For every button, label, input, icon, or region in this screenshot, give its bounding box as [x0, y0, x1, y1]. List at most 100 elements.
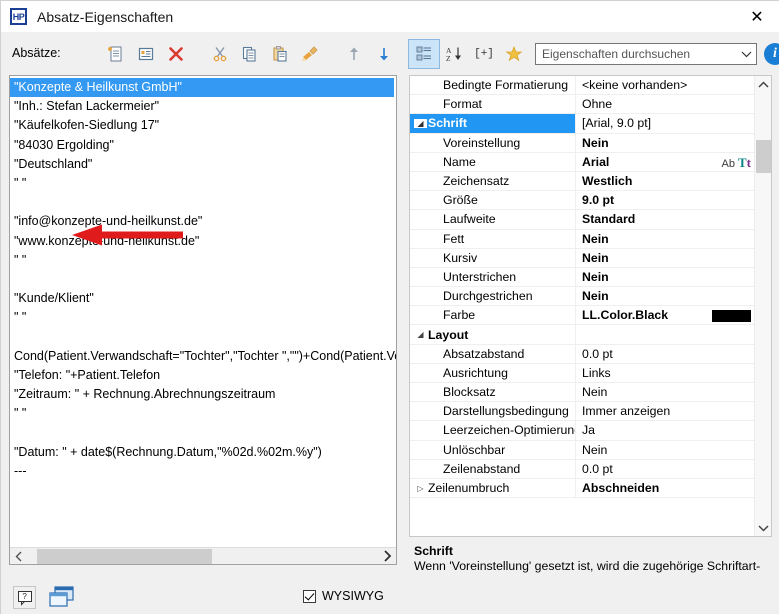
paragraph-line[interactable]: Cond(Patient.Verwandschaft="Tochter","To…: [10, 347, 396, 366]
favorites-star-icon[interactable]: [499, 40, 529, 68]
collapsed-triangle-icon[interactable]: ▷: [414, 484, 427, 493]
paragraph-line[interactable]: [10, 327, 396, 346]
property-value-cell[interactable]: Standard: [575, 209, 755, 229]
paragraph-line[interactable]: " ": [10, 251, 396, 270]
paragraph-line[interactable]: "Datum: " + date$(Rechnung.Datum,"%02d.%…: [10, 443, 396, 462]
property-row[interactable]: ▷ Absatzabstand 0.0 pt: [410, 344, 755, 364]
property-row[interactable]: ▷ Voreinstellung Nein: [410, 133, 755, 153]
format-painter-icon[interactable]: [295, 40, 325, 68]
wysiwyg-checkbox[interactable]: WYSIWYG: [303, 589, 384, 603]
property-value-cell[interactable]: 0.0 pt: [575, 344, 755, 364]
property-row[interactable]: ▷ Zeilenabstand 0.0 pt: [410, 459, 755, 479]
property-value-cell[interactable]: [Arial, 9.0 pt]: [575, 113, 755, 134]
property-row[interactable]: ▷NameArialAbTt: [410, 152, 755, 172]
hscroll-track[interactable]: [27, 548, 379, 565]
property-value-cell[interactable]: Nein: [575, 286, 755, 306]
paragraph-line[interactable]: [10, 270, 396, 289]
property-row[interactable]: ▷ Leerzeichen-OptimierungJa: [410, 420, 755, 441]
paragraph-line[interactable]: "Inh.: Stefan Lackermeier": [10, 97, 396, 116]
property-value-cell[interactable]: Nein: [575, 133, 755, 153]
paragraph-line[interactable]: "info@konzepte-und-heilkunst.de": [10, 212, 396, 231]
paragraph-line[interactable]: "Zeitraum: " + Rechnung.Abrechnungszeitr…: [10, 385, 396, 404]
property-row[interactable]: ▷ Zeilenumbruch Abschneiden: [410, 478, 755, 499]
property-grid[interactable]: ▷Bedingte Formatierung<keine vorhanden>▷…: [409, 75, 772, 537]
property-value-cell[interactable]: 9.0 pt: [575, 190, 755, 210]
property-value-cell[interactable]: Nein: [575, 382, 755, 402]
paragraph-line[interactable]: "Deutschland": [10, 155, 396, 174]
delete-icon[interactable]: [161, 40, 191, 68]
property-row[interactable]: ▷ Darstellungsbedingung Immer anzeigen: [410, 401, 755, 422]
group-properties-icon[interactable]: [408, 39, 440, 69]
cut-icon[interactable]: [205, 40, 235, 68]
expanded-triangle-icon[interactable]: ◢: [414, 330, 427, 339]
expanded-triangle-icon[interactable]: ◢: [414, 118, 427, 128]
hscroll-thumb[interactable]: [37, 548, 212, 564]
move-up-icon[interactable]: [339, 40, 369, 68]
sort-alphabetical-icon[interactable]: A Z: [439, 40, 469, 68]
property-value-cell[interactable]: Immer anzeigen: [575, 401, 755, 421]
search-input[interactable]: [536, 44, 736, 64]
color-swatch[interactable]: [712, 310, 751, 323]
property-row[interactable]: ▷ Laufweite Standard: [410, 209, 755, 230]
property-row[interactable]: ▷ Kursiv Nein: [410, 248, 755, 268]
paragraph-line[interactable]: "84030 Ergolding": [10, 136, 396, 155]
property-value-cell[interactable]: Westlich: [575, 171, 755, 191]
horizontal-scrollbar[interactable]: [10, 547, 396, 564]
property-row[interactable]: ▷FarbeLL.Color.Black: [410, 305, 755, 326]
paragraph-line[interactable]: [10, 193, 396, 212]
search-properties-field[interactable]: [535, 43, 757, 65]
property-value-cell[interactable]: Links: [575, 363, 755, 383]
property-row[interactable]: ▷ Unterstrichen Nein: [410, 267, 755, 288]
close-icon[interactable]: ✕: [734, 1, 779, 32]
paragraph-line[interactable]: " ": [10, 404, 396, 423]
paragraphs-list[interactable]: "Konzepte & Heilkunst GmbH" "Inh.: Stefan…: [9, 75, 397, 565]
paragraph-line[interactable]: "Telefon: "+Patient.Telefon: [10, 366, 396, 385]
move-down-icon[interactable]: [369, 40, 399, 68]
property-row[interactable]: ▷ Unlöschbar Nein: [410, 440, 755, 460]
paragraph-line[interactable]: " ": [10, 174, 396, 193]
help-icon[interactable]: ?: [13, 586, 36, 609]
paragraph-line[interactable]: [10, 423, 396, 442]
property-value-cell[interactable]: 0.0 pt: [575, 459, 755, 479]
property-row[interactable]: ◢ Layout: [410, 324, 755, 345]
property-row[interactable]: ▷ Zeichensatz Westlich: [410, 171, 755, 192]
scroll-up-icon[interactable]: [755, 76, 771, 93]
scroll-right-icon[interactable]: [379, 548, 396, 565]
property-value-cell[interactable]: Abschneiden: [575, 478, 755, 498]
copy-icon[interactable]: [235, 40, 265, 68]
property-value-cell[interactable]: [575, 324, 755, 345]
expand-all-icon[interactable]: [+]: [469, 40, 499, 68]
property-value-cell[interactable]: Nein: [575, 248, 755, 268]
property-row[interactable]: ◢ Schrift [Arial, 9.0 pt]: [410, 113, 755, 134]
property-value-cell[interactable]: <keine vorhanden>: [575, 76, 755, 95]
paragraph-line[interactable]: "www.konzepte-und-heilkunst.de": [10, 232, 396, 251]
property-row[interactable]: ▷ Blocksatz Nein: [410, 382, 755, 403]
new-paragraph-icon[interactable]: [101, 40, 131, 68]
edit-properties-icon[interactable]: [131, 40, 161, 68]
window-layout-icon[interactable]: [46, 583, 80, 611]
paragraph-line[interactable]: " ": [10, 308, 396, 327]
chevron-down-icon[interactable]: [736, 44, 756, 64]
vscroll-thumb[interactable]: [756, 140, 771, 173]
property-value-cell[interactable]: Nein: [575, 440, 755, 460]
property-row[interactable]: ▷ Fett Nein: [410, 229, 755, 249]
scroll-left-icon[interactable]: [10, 548, 27, 565]
property-row[interactable]: ▷ Ausrichtung Links: [410, 363, 755, 383]
property-row[interactable]: ▷ Größe 9.0 pt: [410, 190, 755, 211]
property-row[interactable]: ▷ Bedingte Formatierung <keine vorhanden>: [410, 76, 755, 96]
property-value-cell[interactable]: Ohne: [575, 94, 755, 114]
property-row[interactable]: ▷ Format Ohne: [410, 94, 755, 115]
scroll-down-icon[interactable]: [755, 519, 771, 536]
paste-icon[interactable]: [265, 40, 295, 68]
vertical-scrollbar[interactable]: [754, 76, 771, 536]
property-value-cell[interactable]: Nein: [575, 229, 755, 249]
paragraph-line[interactable]: ---: [10, 462, 396, 481]
paragraph-line[interactable]: "Konzepte & Heilkunst GmbH": [10, 78, 394, 98]
checkbox-indicator[interactable]: [303, 589, 316, 603]
property-value-cell[interactable]: Ja: [575, 420, 755, 441]
property-value-cell[interactable]: Nein: [575, 267, 755, 287]
property-row[interactable]: ▷ Durchgestrichen Nein: [410, 286, 755, 307]
paragraph-line[interactable]: "Kunde/Klient": [10, 289, 396, 308]
paragraph-line[interactable]: "Käufelkofen-Siedlung 17": [10, 116, 396, 135]
info-icon[interactable]: i: [764, 43, 779, 65]
